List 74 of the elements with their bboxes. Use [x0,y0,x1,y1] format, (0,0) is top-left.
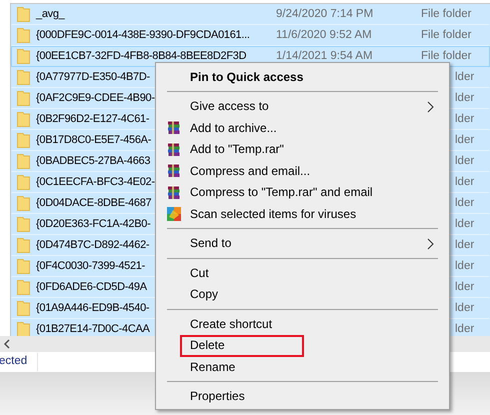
file-type: lder [455,112,474,127]
file-type: lder [455,322,474,336]
folder-icon [17,91,30,106]
scroll-left-icon[interactable] [3,339,11,349]
menu-item[interactable]: Delete [156,334,449,356]
menu-item[interactable]: Compress to "Temp.rar" and email [156,182,449,203]
menu-item[interactable]: Send to [156,232,449,254]
file-name: {000DFE9C-0014-438E-9390-DF9CDA0161... [36,28,250,44]
file-name: {0B17D8C0-E5E7-456A- [36,133,152,148]
folder-icon [17,70,30,85]
file-type: File folder [421,48,472,64]
folder-icon [17,49,30,64]
file-type: lder [455,132,474,148]
menu-item[interactable]: Pin to Quick access [156,66,449,88]
menu-item[interactable]: Copy [156,284,449,305]
menu-item[interactable]: Create shortcut [156,313,449,334]
menu-item[interactable]: Compress and email... [156,160,449,182]
file-type: File folder [421,6,472,22]
file-name: {0D20E363-FC1A-42B0- [36,217,150,232]
folder-icon [17,133,30,148]
file-name: _avg_ [36,7,64,22]
menu-item[interactable]: Add to archive... [156,117,449,138]
file-row[interactable]: _avg_ 9/24/2020 7:14 PM File folder [11,4,490,25]
file-name: {0F4C0030-7399-4521- [36,259,145,274]
file-type: lder [455,70,474,85]
folder-icon [17,322,30,336]
chevron-right-icon [427,238,434,250]
file-type: lder [455,154,474,169]
books-icon [167,121,181,135]
file-type: lder [455,280,474,295]
file-type: lder [455,238,474,253]
file-name: {0AF2C9E9-CDEE-4B90- [36,91,155,106]
file-type: lder [455,196,474,211]
file-name: {01B27E14-7D0C-4CAA [36,322,150,336]
chevron-right-icon [427,100,434,112]
shield-scan-icon [167,207,181,221]
file-type: lder [455,216,474,232]
folder-icon [17,175,30,190]
folder-icon [17,280,30,295]
file-name: {0A77977D-E350-4B7D- [36,70,150,86]
file-row[interactable]: {000DFE9C-0014-438E-9390-DF9CDA0161... 11/6/2020 9:52 AM File folder [11,25,490,46]
file-name: {0FD6ADE6-CD5D-49A [36,280,147,296]
folder-icon [17,238,30,253]
file-type: lder [455,258,474,274]
file-name: {01A9A446-ED9B-4540- [36,301,150,316]
file-name: {00EE1CB7-32FD-4FB8-8B84-8BEE8D2F3D [36,49,246,64]
file-date: 9/24/2020 7:14 PM [276,6,374,22]
file-name: {0C1EECFA-BFC3-4E02- [36,175,155,190]
books-icon [167,164,181,178]
file-name: {0D474B7C-D892-4462- [36,238,150,254]
folder-icon [17,259,30,274]
menu-item[interactable]: Give access to [156,96,449,117]
file-date: 11/6/2020 9:52 AM [276,28,372,43]
menu-item[interactable]: Rename [156,356,449,378]
file-date: 1/14/2021 9:54 AM [276,48,373,64]
books-icon [167,186,181,200]
menu-item[interactable]: Add to "Temp.rar" [156,138,449,160]
folder-icon [17,112,30,127]
folder-icon [17,154,30,169]
file-type: lder [455,174,474,190]
file-name: {0B2F96D2-E127-4C61- [36,112,150,128]
folder-icon [17,196,30,211]
menu-item[interactable]: Cut [156,262,449,284]
file-type: lder [455,90,474,106]
file-type: File folder [421,28,472,43]
folder-icon [17,7,30,22]
folder-icon [17,301,30,316]
file-type: lder [455,300,474,316]
folder-icon [17,217,30,232]
books-icon [167,142,181,156]
menu-item[interactable]: Scan selected items for viruses [156,203,449,224]
folder-icon [17,28,30,43]
file-name: {0BADBEC5-27BA-4663 [36,154,150,170]
file-name: {0D04DACE-8DBE-4687 [36,196,152,212]
